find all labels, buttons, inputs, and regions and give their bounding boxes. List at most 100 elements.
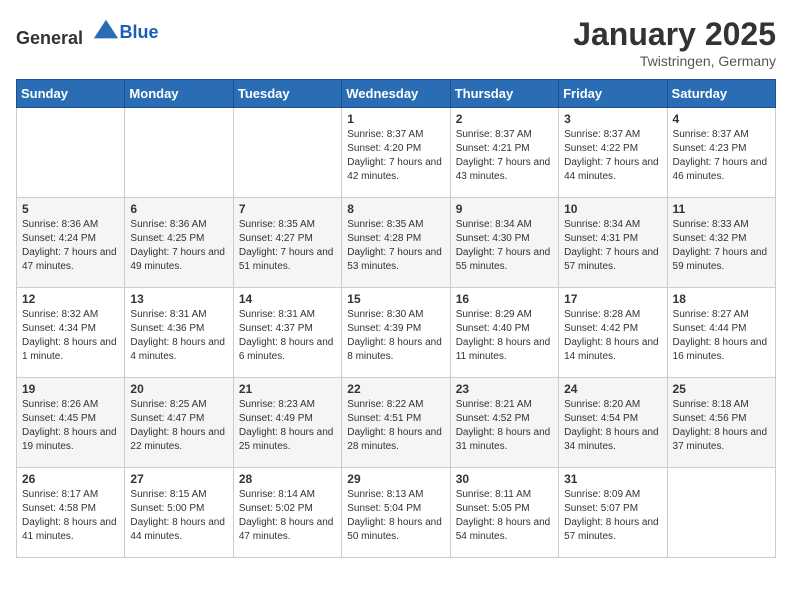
calendar-cell: 14Sunrise: 8:31 AM Sunset: 4:37 PM Dayli…: [233, 288, 341, 378]
calendar-cell: 16Sunrise: 8:29 AM Sunset: 4:40 PM Dayli…: [450, 288, 558, 378]
day-number: 8: [347, 202, 444, 216]
calendar-cell: 23Sunrise: 8:21 AM Sunset: 4:52 PM Dayli…: [450, 378, 558, 468]
weekday-header-friday: Friday: [559, 80, 667, 108]
page-header: General Blue January 2025 Twistringen, G…: [16, 16, 776, 69]
day-info: Sunrise: 8:36 AM Sunset: 4:25 PM Dayligh…: [130, 218, 227, 274]
calendar-cell: 18 Sunrise: 8:27 AM Sunset: 4:44 PM Dayli…: [667, 288, 775, 378]
day-info: Sunrise: 8:33 AM Sunset: 4:32 PM Dayligh…: [673, 218, 770, 274]
day-number: 24: [564, 382, 661, 396]
calendar-cell: 20 Sunrise: 8:25 AM Sunset: 4:47 PM Dayli…: [125, 378, 233, 468]
location-subtitle: Twistringen, Germany: [573, 53, 776, 69]
calendar-cell: 17 Sunrise: 8:28 AM Sunset: 4:42 PM Dayli…: [559, 288, 667, 378]
calendar-cell: 1 Sunrise: 8:37 AM Sunset: 4:20 PM Daylig…: [342, 108, 450, 198]
day-number: 30: [456, 472, 553, 486]
calendar-cell: [233, 108, 341, 198]
calendar-cell: 26Sunrise: 8:17 AM Sunset: 4:58 PM Dayli…: [17, 468, 125, 558]
day-info: Sunrise: 8:30 AM Sunset: 4:39 PM Dayligh…: [347, 308, 444, 364]
weekday-header-sunday: Sunday: [17, 80, 125, 108]
day-info: Sunrise: 8:23 AM Sunset: 4:49 PM Dayligh…: [239, 398, 336, 454]
day-info: Sunrise: 8:31 AM Sunset: 4:36 PM Dayligh…: [130, 308, 227, 364]
day-info: Sunrise: 8:20 AM Sunset: 4:54 PM Dayligh…: [564, 398, 661, 454]
weekday-header-tuesday: Tuesday: [233, 80, 341, 108]
day-info: Sunrise: 8:37 AM Sunset: 4:21 PM Dayligh…: [456, 128, 553, 184]
day-number: 20: [130, 382, 227, 396]
weekday-header-saturday: Saturday: [667, 80, 775, 108]
day-info: Sunrise: 8:35 AM Sunset: 4:28 PM Dayligh…: [347, 218, 444, 274]
day-number: 1: [347, 112, 444, 126]
day-info: Sunrise: 8:13 AM Sunset: 5:04 PM Dayligh…: [347, 488, 444, 544]
calendar-cell: 6 Sunrise: 8:36 AM Sunset: 4:25 PM Daylig…: [125, 198, 233, 288]
calendar-cell: 11 Sunrise: 8:33 AM Sunset: 4:32 PM Dayli…: [667, 198, 775, 288]
calendar-cell: 10Sunrise: 8:34 AM Sunset: 4:31 PM Dayli…: [559, 198, 667, 288]
calendar-cell: [17, 108, 125, 198]
day-number: 14: [239, 292, 336, 306]
day-number: 9: [456, 202, 553, 216]
calendar-cell: 29 Sunrise: 8:13 AM Sunset: 5:04 PM Dayli…: [342, 468, 450, 558]
calendar-cell: 8 Sunrise: 8:35 AM Sunset: 4:28 PM Daylig…: [342, 198, 450, 288]
day-info: Sunrise: 8:37 AM Sunset: 4:23 PM Dayligh…: [673, 128, 770, 184]
day-number: 27: [130, 472, 227, 486]
day-info: Sunrise: 8:37 AM Sunset: 4:22 PM Dayligh…: [564, 128, 661, 184]
day-info: Sunrise: 8:27 AM Sunset: 4:44 PM Dayligh…: [673, 308, 770, 364]
day-number: 23: [456, 382, 553, 396]
logo-general: General: [16, 28, 83, 48]
day-info: Sunrise: 8:35 AM Sunset: 4:27 PM Dayligh…: [239, 218, 336, 274]
calendar-cell: 31Sunrise: 8:09 AM Sunset: 5:07 PM Dayli…: [559, 468, 667, 558]
day-number: 13: [130, 292, 227, 306]
day-info: Sunrise: 8:22 AM Sunset: 4:51 PM Dayligh…: [347, 398, 444, 454]
day-number: 17: [564, 292, 661, 306]
logo-blue: Blue: [120, 22, 159, 42]
day-number: 18: [673, 292, 770, 306]
day-number: 15: [347, 292, 444, 306]
day-info: Sunrise: 8:09 AM Sunset: 5:07 PM Dayligh…: [564, 488, 661, 544]
title-block: January 2025 Twistringen, Germany: [573, 16, 776, 69]
calendar-cell: 5Sunrise: 8:36 AM Sunset: 4:24 PM Daylig…: [17, 198, 125, 288]
day-info: Sunrise: 8:29 AM Sunset: 4:40 PM Dayligh…: [456, 308, 553, 364]
calendar-cell: 4 Sunrise: 8:37 AM Sunset: 4:23 PM Daylig…: [667, 108, 775, 198]
day-number: 6: [130, 202, 227, 216]
day-number: 26: [22, 472, 119, 486]
calendar-cell: [125, 108, 233, 198]
day-info: Sunrise: 8:14 AM Sunset: 5:02 PM Dayligh…: [239, 488, 336, 544]
month-title: January 2025: [573, 16, 776, 53]
day-number: 29: [347, 472, 444, 486]
day-number: 10: [564, 202, 661, 216]
day-info: Sunrise: 8:34 AM Sunset: 4:30 PM Dayligh…: [456, 218, 553, 274]
calendar-cell: 19 Sunrise: 8:26 AM Sunset: 4:45 PM Dayli…: [17, 378, 125, 468]
day-number: 11: [673, 202, 770, 216]
calendar-cell: 9 Sunrise: 8:34 AM Sunset: 4:30 PM Daylig…: [450, 198, 558, 288]
calendar-cell: 21 Sunrise: 8:23 AM Sunset: 4:49 PM Dayli…: [233, 378, 341, 468]
calendar-week-row: 1 Sunrise: 8:37 AM Sunset: 4:20 PM Daylig…: [17, 108, 776, 198]
day-number: 19: [22, 382, 119, 396]
weekday-header-thursday: Thursday: [450, 80, 558, 108]
day-info: Sunrise: 8:15 AM Sunset: 5:00 PM Dayligh…: [130, 488, 227, 544]
calendar-week-row: 5Sunrise: 8:36 AM Sunset: 4:24 PM Daylig…: [17, 198, 776, 288]
weekday-header-row: SundayMondayTuesdayWednesdayThursdayFrid…: [17, 80, 776, 108]
calendar-cell: 28 Sunrise: 8:14 AM Sunset: 5:02 PM Dayli…: [233, 468, 341, 558]
day-number: 21: [239, 382, 336, 396]
calendar-cell: 22Sunrise: 8:22 AM Sunset: 4:51 PM Dayli…: [342, 378, 450, 468]
calendar-cell: 25Sunrise: 8:18 AM Sunset: 4:56 PM Dayli…: [667, 378, 775, 468]
day-number: 25: [673, 382, 770, 396]
logo-icon: [92, 16, 120, 44]
calendar-week-row: 19 Sunrise: 8:26 AM Sunset: 4:45 PM Dayli…: [17, 378, 776, 468]
calendar-cell: 7 Sunrise: 8:35 AM Sunset: 4:27 PM Daylig…: [233, 198, 341, 288]
day-info: Sunrise: 8:25 AM Sunset: 4:47 PM Dayligh…: [130, 398, 227, 454]
day-number: 3: [564, 112, 661, 126]
day-info: Sunrise: 8:32 AM Sunset: 4:34 PM Dayligh…: [22, 308, 119, 364]
calendar-cell: 12Sunrise: 8:32 AM Sunset: 4:34 PM Dayli…: [17, 288, 125, 378]
day-info: Sunrise: 8:26 AM Sunset: 4:45 PM Dayligh…: [22, 398, 119, 454]
calendar-cell: 24 Sunrise: 8:20 AM Sunset: 4:54 PM Dayli…: [559, 378, 667, 468]
day-number: 28: [239, 472, 336, 486]
day-info: Sunrise: 8:11 AM Sunset: 5:05 PM Dayligh…: [456, 488, 553, 544]
day-number: 4: [673, 112, 770, 126]
calendar-cell: 15 Sunrise: 8:30 AM Sunset: 4:39 PM Dayli…: [342, 288, 450, 378]
day-info: Sunrise: 8:28 AM Sunset: 4:42 PM Dayligh…: [564, 308, 661, 364]
day-number: 7: [239, 202, 336, 216]
day-info: Sunrise: 8:37 AM Sunset: 4:20 PM Dayligh…: [347, 128, 444, 184]
calendar-cell: 3 Sunrise: 8:37 AM Sunset: 4:22 PM Daylig…: [559, 108, 667, 198]
calendar-week-row: 26Sunrise: 8:17 AM Sunset: 4:58 PM Dayli…: [17, 468, 776, 558]
logo: General Blue: [16, 16, 159, 49]
weekday-header-wednesday: Wednesday: [342, 80, 450, 108]
weekday-header-monday: Monday: [125, 80, 233, 108]
